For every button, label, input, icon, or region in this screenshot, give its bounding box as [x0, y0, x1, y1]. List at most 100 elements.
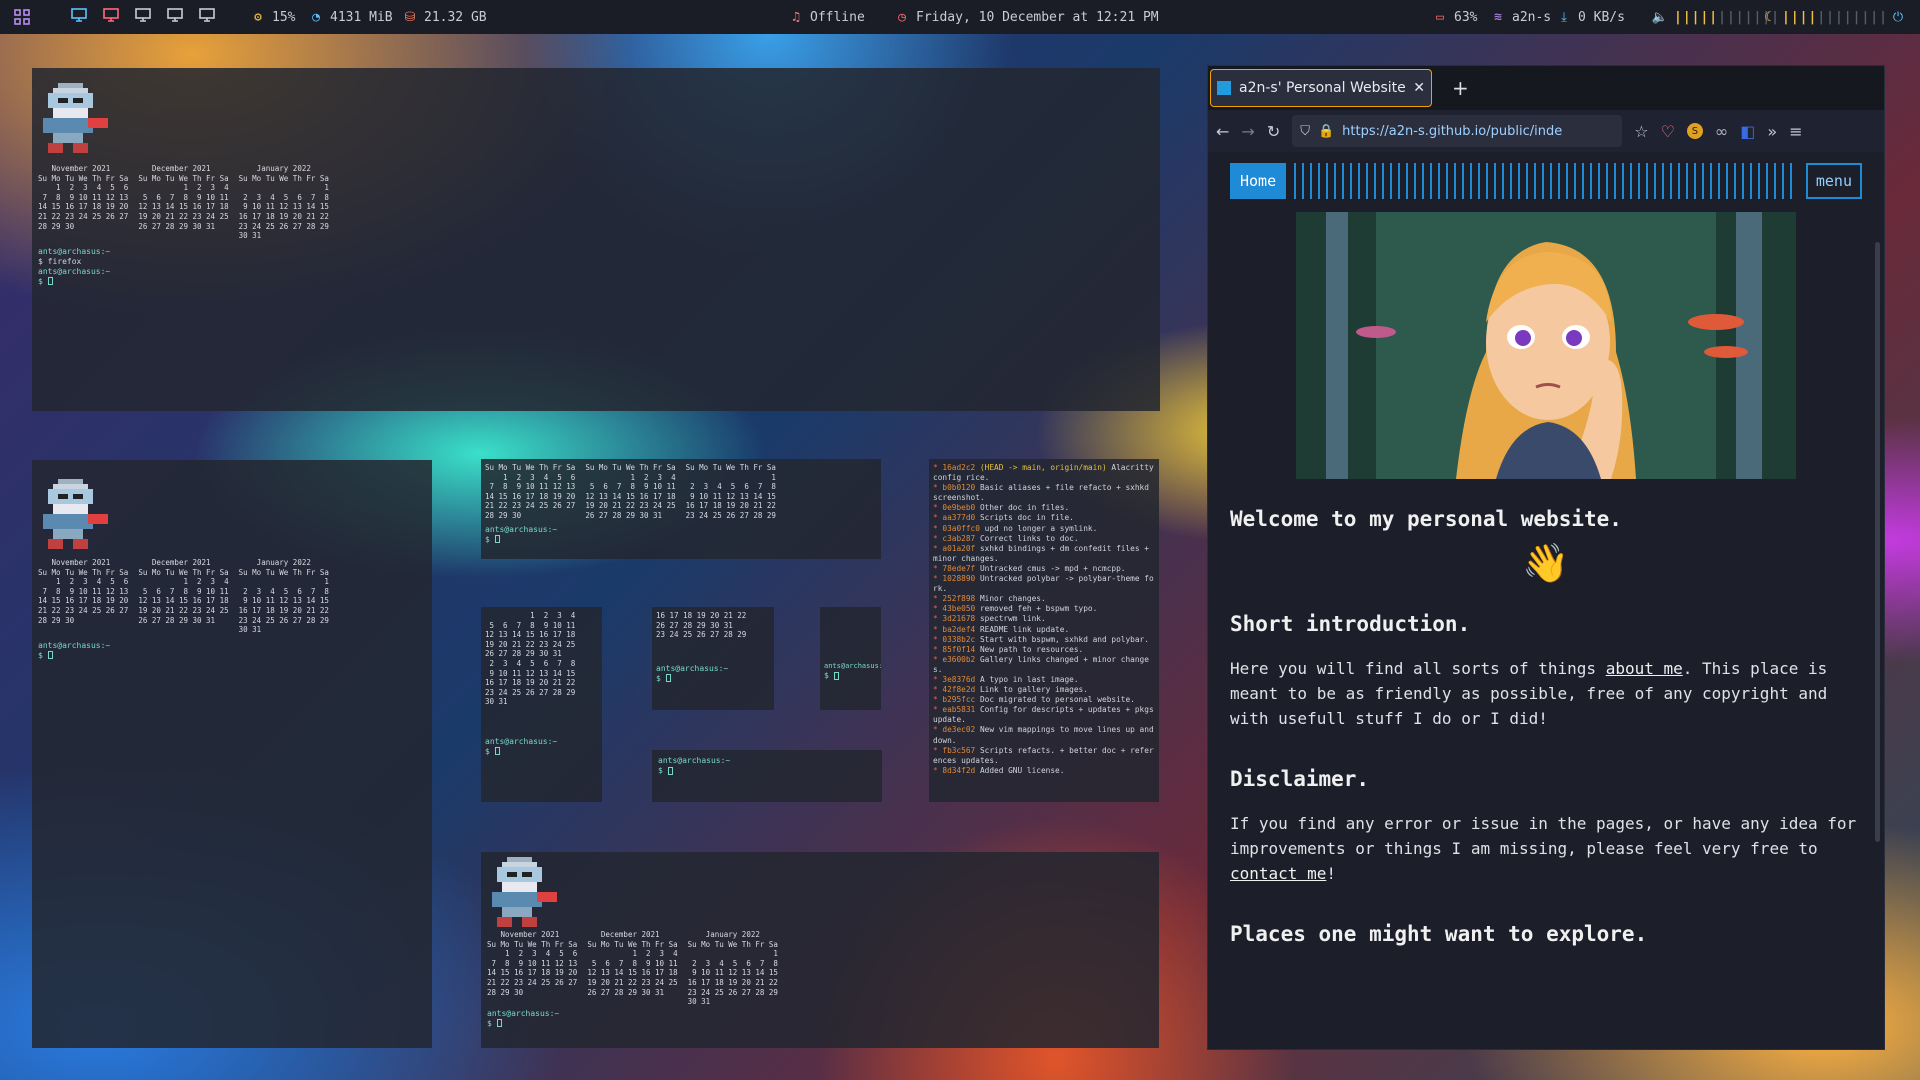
text-cursor [47, 277, 53, 286]
moon-icon: ☾ [1764, 9, 1772, 25]
text-cursor [665, 674, 671, 683]
monitor-icon[interactable] [134, 7, 152, 27]
site-nav: Home menu [1230, 162, 1862, 200]
back-arrow-icon[interactable]: ← [1216, 122, 1229, 141]
cpu-icon: ⚙ [254, 9, 262, 25]
git-log-entry: * de3ec02 New vim mappings to move lines… [933, 725, 1159, 745]
shell-prompt: ants@archasus:~ [487, 1008, 560, 1018]
pocket-icon[interactable]: ♡ [1661, 122, 1675, 141]
shell-input-line[interactable]: $ [658, 766, 876, 776]
pixel-sprite-image [38, 82, 108, 154]
git-log-entry: * 1028890 Untracked polybar -> polybar-t… [933, 574, 1154, 594]
power-icon[interactable]: ⏻ [1890, 9, 1906, 25]
monitor-icon[interactable] [70, 7, 88, 27]
wifi-icon: ≋ [1494, 9, 1502, 25]
page-content: Home menu Welcome to my personal website… [1208, 152, 1884, 1049]
nav-stripes [1294, 163, 1798, 199]
home-link[interactable]: Home [1230, 163, 1287, 199]
git-log-entry: * 0338b2c Start with bspwm, sxhkd and po… [933, 634, 1149, 644]
url-bar[interactable]: ⛉ 🔒 https://a2n-s.github.io/public/inde [1292, 115, 1623, 147]
forward-arrow-icon[interactable]: → [1241, 122, 1254, 141]
monitor-icon[interactable] [198, 7, 216, 27]
extension-shield-icon[interactable]: ◧ [1740, 122, 1755, 141]
monitor-icon[interactable] [102, 7, 120, 27]
terminal-window[interactable]: November 2021 Su Mo Tu We Th Fr Sa 1 2 3 … [32, 460, 432, 1048]
clock-icon: ◷ [898, 9, 906, 25]
text-cursor [494, 747, 500, 756]
shell-input-line[interactable]: $ [38, 651, 432, 661]
terminal-window[interactable]: 1 2 3 4 5 6 7 8 9 10 11 12 13 14 15 16 17… [481, 607, 602, 802]
clock-module[interactable]: ◷ Friday, 10 December at 12:21 PM [894, 9, 1159, 25]
git-log-entry: * aa377d0 Scripts doc in file. [933, 513, 1074, 523]
memory-icon: ◔ [312, 9, 320, 25]
calendar-month: December 2021 Su Mo Tu We Th Fr Sa 1 2 3 … [138, 164, 229, 231]
battery-module: ▭ 63% [1432, 9, 1477, 25]
monitor-icon[interactable] [166, 7, 184, 27]
shell-input-line[interactable]: $ [485, 535, 881, 545]
brightness-module[interactable]: ☾ |||||||||||| [1760, 9, 1888, 25]
intro-paragraph: Here you will find all sorts of things a… [1230, 659, 1828, 728]
calendar-month: November 2021 Su Mo Tu We Th Fr Sa 1 2 3 … [38, 164, 129, 231]
disk-module: ⛁ 21.32 GB [402, 9, 487, 25]
extension-glasses-icon[interactable]: ∞ [1715, 122, 1728, 141]
apps-grid-icon[interactable] [14, 9, 30, 25]
network-speed-module: ⤓ 0 KB/s [1556, 9, 1625, 25]
terminal-window[interactable]: ants@archasus:~ $ [820, 607, 881, 710]
calendar-month: November 2021 Su Mo Tu We Th Fr Sa 1 2 3 … [487, 930, 578, 997]
bookmark-star-icon[interactable]: ☆ [1634, 122, 1648, 141]
lock-icon[interactable]: 🔒 [1318, 124, 1334, 139]
git-log-terminal[interactable]: * 16ad2c2 (HEAD -> main, origin/main) Al… [929, 459, 1159, 802]
browser-window[interactable]: a2n-s' Personal Website ✕ + ← → ↻ ⛉ 🔒 ht… [1207, 65, 1885, 1050]
disk-icon: ⛁ [404, 9, 416, 25]
shell-input-line[interactable]: $ [487, 1019, 1159, 1029]
close-tab-icon[interactable]: ✕ [1413, 80, 1425, 96]
calendar-month: Su Mo Tu We Th Fr Sa 1 2 3 4 5 6 7 8 9 1… [685, 463, 776, 520]
git-log-entry: * 16ad2c2 (HEAD -> main, origin/main) Al… [933, 463, 1159, 483]
git-log-entry: * b0b0120 Basic aliases + file refacto +… [933, 483, 1154, 503]
git-log-entry: * 78ede7f Untracked cmus -> mpd + ncmcpp… [933, 563, 1126, 573]
shell-prompt: ants@archasus:~ [38, 640, 111, 650]
terminal-window[interactable]: November 2021 Su Mo Tu We Th Fr Sa 1 2 3 … [481, 852, 1159, 1048]
calendar-month: December 2021 Su Mo Tu We Th Fr Sa 1 2 3 … [587, 930, 678, 997]
terminal-window[interactable]: 16 17 18 19 20 21 22 26 27 28 29 30 31 23 … [652, 607, 774, 710]
shell-input-line[interactable]: $ [485, 747, 598, 757]
shell-prompt: ants@archasus:~ [824, 662, 881, 670]
text-cursor [47, 651, 53, 660]
git-log-output: * 16ad2c2 (HEAD -> main, origin/main) Al… [929, 459, 1159, 780]
terminal-window[interactable]: November 2021 Su Mo Tu We Th Fr Sa 1 2 3 … [32, 68, 1160, 411]
music-module[interactable]: ♫ Offline [788, 9, 865, 25]
brightness-bar[interactable]: |||||||||||| [1782, 10, 1888, 25]
shell-prompt: ants@archasus:~ [658, 756, 731, 765]
calendar-month: January 2022 Su Mo Tu We Th Fr Sa 1 2 3 4… [687, 930, 778, 1007]
browser-tab[interactable]: a2n-s' Personal Website ✕ [1210, 69, 1432, 107]
tab-bar: a2n-s' Personal Website ✕ + [1208, 66, 1884, 110]
text-cursor [833, 671, 839, 680]
extension-coin-icon[interactable]: S [1686, 123, 1703, 139]
git-log-entry: * 43be050 removed feh + bspwm typo. [933, 604, 1098, 614]
wifi-module[interactable]: ≋ a2n-s [1490, 9, 1551, 25]
navigation-toolbar: ← → ↻ ⛉ 🔒 https://a2n-s.github.io/public… [1208, 110, 1884, 152]
reload-icon[interactable]: ↻ [1267, 122, 1280, 141]
hamburger-menu-icon[interactable]: ≡ [1789, 122, 1802, 141]
calendar-output: November 2021 Su Mo Tu We Th Fr Sa 1 2 3 … [487, 930, 1159, 1007]
menu-button[interactable]: menu [1805, 163, 1862, 199]
calendar-month: 16 17 18 19 20 21 22 26 27 28 29 30 31 23 … [656, 611, 747, 640]
shell-input-line[interactable]: $ [38, 277, 1160, 287]
scrollbar[interactable] [1875, 242, 1880, 842]
places-heading: Places one might want to explore. [1230, 922, 1648, 946]
calendar-month: December 2021 Su Mo Tu We Th Fr Sa 1 2 3 … [138, 558, 229, 625]
git-log-entry: * e3600b2 Gallery links changed + minor … [933, 654, 1149, 674]
terminal-window[interactable]: ants@archasus:~ $ [652, 750, 882, 802]
terminal-window[interactable]: Su Mo Tu We Th Fr Sa 1 2 3 4 5 6 7 8 9 1… [481, 459, 881, 559]
url-text[interactable]: https://a2n-s.github.io/public/inde [1342, 124, 1562, 139]
overflow-chevron-icon[interactable]: » [1767, 122, 1777, 141]
about-me-link[interactable]: about me [1606, 659, 1683, 678]
shell-input-line[interactable]: $ [656, 674, 770, 684]
pixel-sprite-image [38, 478, 108, 550]
shell-input-line[interactable]: $ [824, 671, 877, 681]
shield-icon[interactable]: ⛉ [1300, 124, 1310, 139]
new-tab-button[interactable]: + [1452, 76, 1469, 100]
shell-prompt: ants@archasus:~ [38, 266, 111, 276]
contact-me-link[interactable]: contact me [1230, 864, 1326, 883]
git-log-entry: * 252f898 Minor changes. [933, 594, 1046, 604]
